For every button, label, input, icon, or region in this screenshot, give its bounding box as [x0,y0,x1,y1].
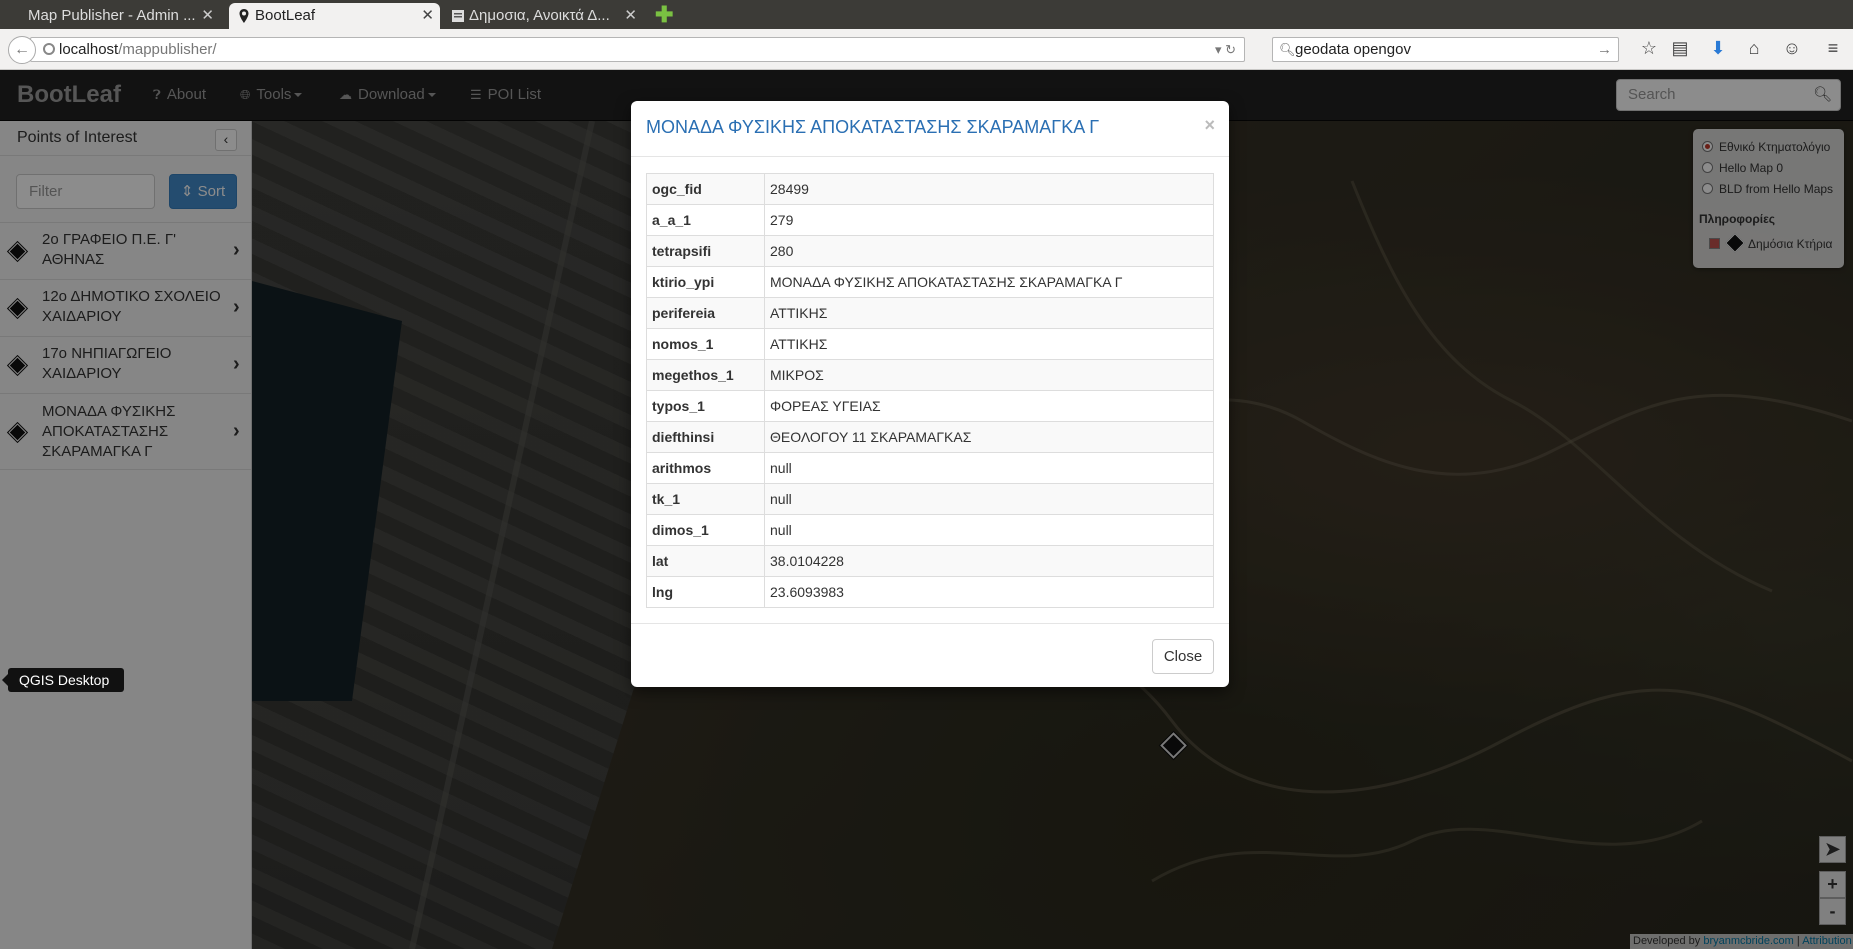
attribute-value: ΜΙΚΡΟΣ [764,359,1214,391]
table-row: tetrapsifi 280 [646,235,1214,267]
attribute-key: ogc_fid [646,173,765,205]
chat-icon[interactable]: ☺ [1781,38,1803,59]
attribute-value: ΜΟΝΑΔΑ ΦΥΣΙΚΗΣ ΑΠΟΚΑΤΑΣΤΑΣΗΣ ΣΚΑΡΑΜΑΓΚΑ … [764,266,1214,298]
attribute-key: typos_1 [646,390,765,422]
attribute-key: arithmos [646,452,765,484]
feature-modal: ΜΟΝΑΔΑ ΦΥΣΙΚΗΣ ΑΠΟΚΑΤΑΣΤΑΣΗΣ ΣΚΑΡΑΜΑΓΚΑ … [631,101,1229,687]
bookmark-star-icon[interactable]: ☆ [1638,38,1660,59]
close-icon[interactable]: × [1204,115,1215,136]
close-tab-icon[interactable]: ✕ [624,3,637,29]
browser-tab-map-publisher[interactable]: Map Publisher - Admin ... ✕ [2,3,220,29]
attribute-value: ΑΤΤΙΚΗΣ [764,297,1214,329]
table-row: perifereia ΑΤΤΙΚΗΣ [646,297,1214,329]
close-tab-icon[interactable]: ✕ [421,3,434,29]
attribute-key: ktirio_ypi [646,266,765,298]
modal-header: ΜΟΝΑΔΑ ΦΥΣΙΚΗΣ ΑΠΟΚΑΤΑΣΤΑΣΗΣ ΣΚΑΡΑΜΑΓΚΑ … [631,101,1229,157]
attribute-value: ΦΟΡΕΑΣ ΥΓΕΙΑΣ [764,390,1214,422]
attribute-value: ΘΕΟΛΟΓΟΥ 11 ΣΚΑΡΑΜΑΓΚΑΣ [764,421,1214,453]
document-icon [452,10,464,22]
attribute-value: null [764,483,1214,515]
attribute-key: dimos_1 [646,514,765,546]
browser-tab-bootleaf[interactable]: BootLeaf ✕ [229,3,440,29]
attribute-key: megethos_1 [646,359,765,391]
table-row: lng 23.6093983 [646,576,1214,608]
table-row: tk_1 null [646,483,1214,515]
table-row: ktirio_ypi ΜΟΝΑΔΑ ΦΥΣΙΚΗΣ ΑΠΟΚΑΤΑΣΤΑΣΗΣ Σ… [646,266,1214,298]
attribute-value: 280 [764,235,1214,267]
attribute-key: nomos_1 [646,328,765,360]
new-tab-icon[interactable]: ✚ [655,4,673,26]
search-icon: 🔍︎ [1279,42,1296,57]
home-icon[interactable]: ⌂ [1743,38,1765,59]
table-row: lat 38.0104228 [646,545,1214,577]
globe-icon [43,43,55,55]
feature-attributes-table: ogc_fid 28499 a_a_1 279 tetrapsifi 280 ktirio_… [646,173,1214,608]
table-row: arithmos null [646,452,1214,484]
attribute-key: diefthinsi [646,421,765,453]
reload-icon[interactable]: ▾ ↻ [1215,38,1236,61]
attribute-value: null [764,514,1214,546]
attribute-value: 38.0104228 [764,545,1214,577]
modal-footer: Close [631,623,1229,687]
attribute-key: lat [646,545,765,577]
qgis-tooltip: QGIS Desktop [2,668,124,692]
attribute-key: tetrapsifi [646,235,765,267]
map-pin-icon [239,9,249,23]
browser-tab-bar: Map Publisher - Admin ... ✕ BootLeaf ✕ Δ… [0,0,1853,29]
menu-icon[interactable]: ≡ [1822,38,1844,59]
tab-title: Δημοσια, Ανοικτά Δ... [469,7,610,24]
table-row: megethos_1 ΜΙΚΡΟΣ [646,359,1214,391]
table-row: diefthinsi ΘΕΟΛΟΓΟΥ 11 ΣΚΑΡΑΜΑΓΚΑΣ [646,421,1214,453]
url-host: localhost [59,41,119,58]
table-row: ogc_fid 28499 [646,173,1214,205]
attribute-key: lng [646,576,765,608]
tab-title: BootLeaf [255,7,316,24]
table-row: dimos_1 null [646,514,1214,546]
tab-title: Map Publisher - Admin ... [28,7,196,24]
attribute-value: 279 [764,204,1214,236]
back-button[interactable]: ← [8,36,36,64]
browser-tab-opendata[interactable]: Δημοσια, Ανοικτά Δ... ✕ [443,3,643,29]
back-arrow-icon: ← [14,41,30,58]
attribute-value: null [764,452,1214,484]
close-tab-icon[interactable]: ✕ [201,3,214,29]
download-icon[interactable]: ⬇ [1707,38,1729,59]
attribute-value: 28499 [764,173,1214,205]
modal-title: ΜΟΝΑΔΑ ΦΥΣΙΚΗΣ ΑΠΟΚΑΤΑΣΤΑΣΗΣ ΣΚΑΡΑΜΑΓΚΑ … [646,117,1100,137]
attribute-key: perifereia [646,297,765,329]
table-row: a_a_1 279 [646,204,1214,236]
browser-search-value: geodata opengov [1295,41,1411,58]
go-arrow-icon[interactable]: → [1597,38,1612,61]
browser-search-input[interactable]: 🔍︎ geodata opengov → [1272,37,1619,62]
url-bar[interactable]: localhost/mappublisher/ ▾ ↻ [30,37,1245,62]
attribute-key: tk_1 [646,483,765,515]
attribute-value: 23.6093983 [764,576,1214,608]
attribute-key: a_a_1 [646,204,765,236]
url-path: /mappublisher/ [118,41,217,58]
table-row: typos_1 ΦΟΡΕΑΣ ΥΓΕΙΑΣ [646,390,1214,422]
table-row: nomos_1 ΑΤΤΙΚΗΣ [646,328,1214,360]
browser-toolbar: localhost/mappublisher/ ▾ ↻ ← 🔍︎ geodata… [0,29,1853,70]
reading-list-icon[interactable]: ▤ [1669,38,1691,59]
attribute-value: ΑΤΤΙΚΗΣ [764,328,1214,360]
close-button[interactable]: Close [1152,639,1214,674]
